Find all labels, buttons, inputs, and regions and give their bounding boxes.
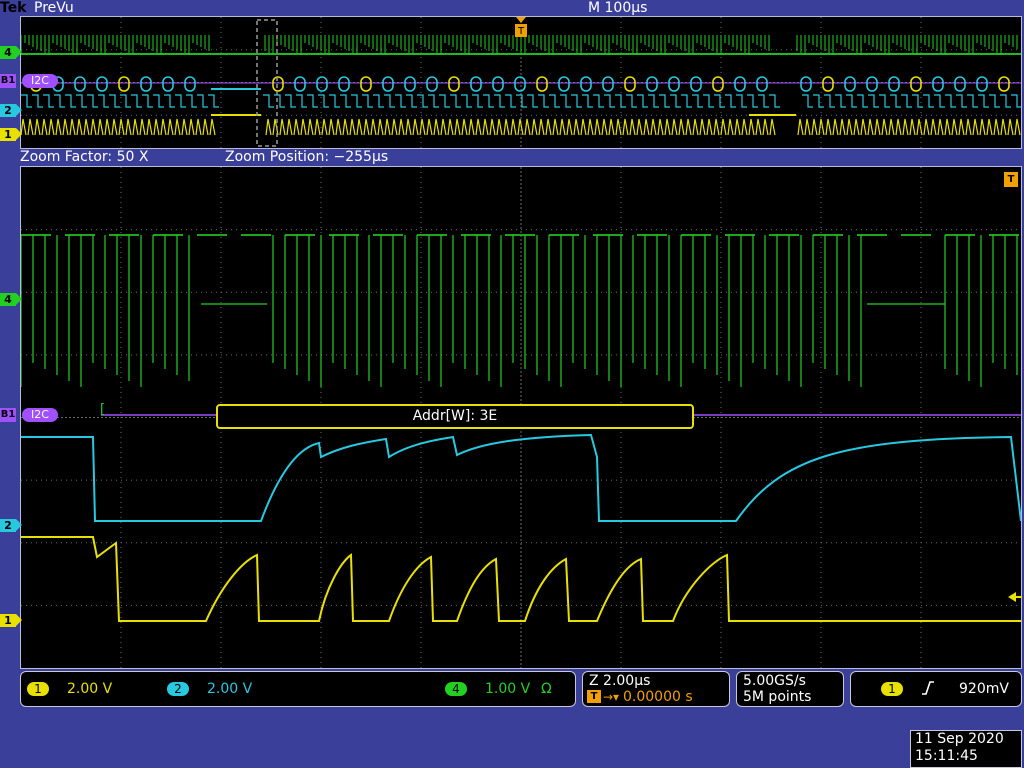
- ch2-marker-zoom[interactable]: 2: [0, 519, 22, 532]
- ch4-chip[interactable]: 4: [445, 682, 467, 696]
- decode-packet-overview: [382, 76, 394, 92]
- decode-packet-overview: [976, 76, 988, 92]
- decode-packet-overview: [426, 76, 438, 92]
- record-length[interactable]: 5M points: [743, 689, 811, 705]
- ch4-termination: Ω: [541, 681, 552, 697]
- ch4-marker-zoom[interactable]: 4: [0, 293, 22, 306]
- decode-packet-text: Addr[W]: 3E: [412, 408, 498, 424]
- trigger-level-arrow-icon[interactable]: [1008, 590, 1022, 604]
- time: 15:11:45: [915, 748, 978, 764]
- ch2-scale[interactable]: 2.00 V: [207, 681, 252, 697]
- decode-packet-overview: [756, 76, 768, 92]
- trigger-source-chip[interactable]: 1: [881, 682, 903, 696]
- trigger-level[interactable]: 920mV: [959, 681, 1009, 697]
- decode-packet-overview: [998, 76, 1010, 92]
- decode-packet-overview: [646, 76, 658, 92]
- trigger-marker-overview[interactable]: T: [514, 17, 528, 39]
- trigger-flag-icon: T: [515, 17, 527, 37]
- trigger-position-marker[interactable]: T: [1004, 172, 1018, 187]
- decode-packet-overview: [734, 76, 746, 92]
- date: 11 Sep 2020: [915, 731, 1004, 747]
- decode-packet-overview: [162, 76, 174, 92]
- title-bar: Tek PreVu M 100µs: [0, 0, 1024, 16]
- ch1-chip[interactable]: 1: [27, 682, 49, 696]
- ch2-marker-overview[interactable]: 2: [0, 104, 22, 117]
- decode-packet-overview: [910, 76, 922, 92]
- zoom-factor: Zoom Factor: 50 X: [20, 149, 149, 165]
- decode-packet-overview: [294, 76, 306, 92]
- decode-packet-overview: [338, 76, 350, 92]
- trigger-position-value[interactable]: 0.00000 s: [623, 689, 693, 705]
- brand-logo: Tek: [0, 0, 27, 16]
- decode-packet-overview: [404, 76, 416, 92]
- decode-packet-overview: [800, 76, 812, 92]
- decode-packet-overview: [448, 76, 460, 92]
- decode-packet-overview: [822, 76, 834, 92]
- trigger-flag-small-icon: T: [587, 690, 601, 703]
- decode-packet-overview: [514, 76, 526, 92]
- ch4-marker-overview[interactable]: 4: [0, 46, 22, 59]
- ch1-marker-zoom[interactable]: 1: [0, 614, 22, 627]
- zoom-info-bar: Zoom Factor: 50 X Zoom Position: −255µs: [20, 149, 1024, 165]
- bus-marker-zoom[interactable]: B1 I2C: [0, 408, 60, 422]
- decode-packet[interactable]: Addr[W]: 3E: [216, 404, 694, 429]
- ch4-scale[interactable]: 1.00 V: [485, 681, 530, 697]
- decode-packet-overview: [668, 76, 680, 92]
- arrow-down-icon: →▾: [603, 690, 620, 704]
- decode-packet-overview: [888, 76, 900, 92]
- decode-start-bracket: [: [100, 402, 106, 417]
- timebase-readout-box[interactable]: Z 2.00µs T →▾ 0.00000 s: [582, 671, 730, 707]
- decode-packet-overview: [536, 76, 548, 92]
- ch4-waveform: [21, 235, 1018, 387]
- ch1-scale[interactable]: 2.00 V: [67, 681, 112, 697]
- decode-packet-overview: [580, 76, 592, 92]
- decode-packet-overview: [470, 76, 482, 92]
- decode-packet-overview: [492, 76, 504, 92]
- channel-readout-box[interactable]: 1 2.00 V 2 2.00 V 4 1.00 V Ω: [20, 671, 576, 707]
- decode-packet-overview: [602, 76, 614, 92]
- decode-packet-overview: [558, 76, 570, 92]
- decode-packet-overview: [712, 76, 724, 92]
- acquisition-readout-box[interactable]: 5.00GS/s 5M points: [736, 671, 844, 707]
- zoom-position[interactable]: Zoom Position: −255µs: [225, 149, 388, 165]
- decode-packet-overview: [624, 76, 636, 92]
- sample-rate: 5.00GS/s: [743, 673, 806, 689]
- datetime-box: 11 Sep 2020 15:11:45: [910, 730, 1022, 768]
- decode-packet-overview: [954, 76, 966, 92]
- rising-edge-icon: [921, 680, 935, 696]
- decode-packet-overview: [866, 76, 878, 92]
- ch2-chip[interactable]: 2: [167, 682, 189, 696]
- bus-marker-overview[interactable]: B1 I2C: [0, 74, 60, 88]
- zoom-scale[interactable]: Z 2.00µs: [589, 673, 650, 689]
- svg-text:T: T: [517, 26, 525, 37]
- acquisition-mode: PreVu: [34, 0, 74, 16]
- decode-packet-overview: [690, 76, 702, 92]
- decode-packet-overview: [316, 76, 328, 92]
- decode-packet-overview: [140, 76, 152, 92]
- decode-packet-overview: [272, 76, 284, 92]
- decode-packet-overview: [74, 76, 86, 92]
- decode-packet-overview: [184, 76, 196, 92]
- trigger-readout-box[interactable]: 1 920mV: [850, 671, 1022, 707]
- decode-packet-overview: [118, 76, 130, 92]
- ch1-marker-overview[interactable]: 1: [0, 128, 22, 141]
- decode-packet-overview: [844, 76, 856, 92]
- decode-packet-overview: [96, 76, 108, 92]
- decode-packet-overview: [360, 76, 372, 92]
- decode-packet-overview: [932, 76, 944, 92]
- horizontal-scale[interactable]: M 100µs: [588, 0, 647, 16]
